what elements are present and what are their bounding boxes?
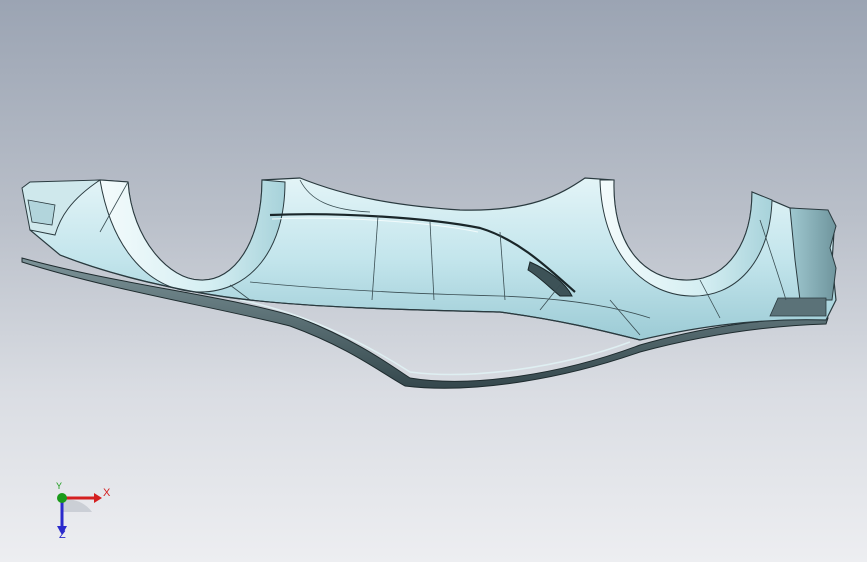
- y-axis-dot: [57, 493, 67, 503]
- x-axis-label: X: [103, 487, 111, 499]
- x-axis-arrow: [94, 493, 102, 503]
- model-canvas[interactable]: [0, 0, 867, 562]
- z-axis-label: Z: [59, 529, 66, 541]
- right-end-vent: [769, 297, 827, 317]
- graphics-viewport[interactable]: X Y Z: [0, 0, 867, 562]
- y-axis-label: Y: [56, 481, 63, 491]
- coordinate-triad: X Y Z: [42, 480, 122, 550]
